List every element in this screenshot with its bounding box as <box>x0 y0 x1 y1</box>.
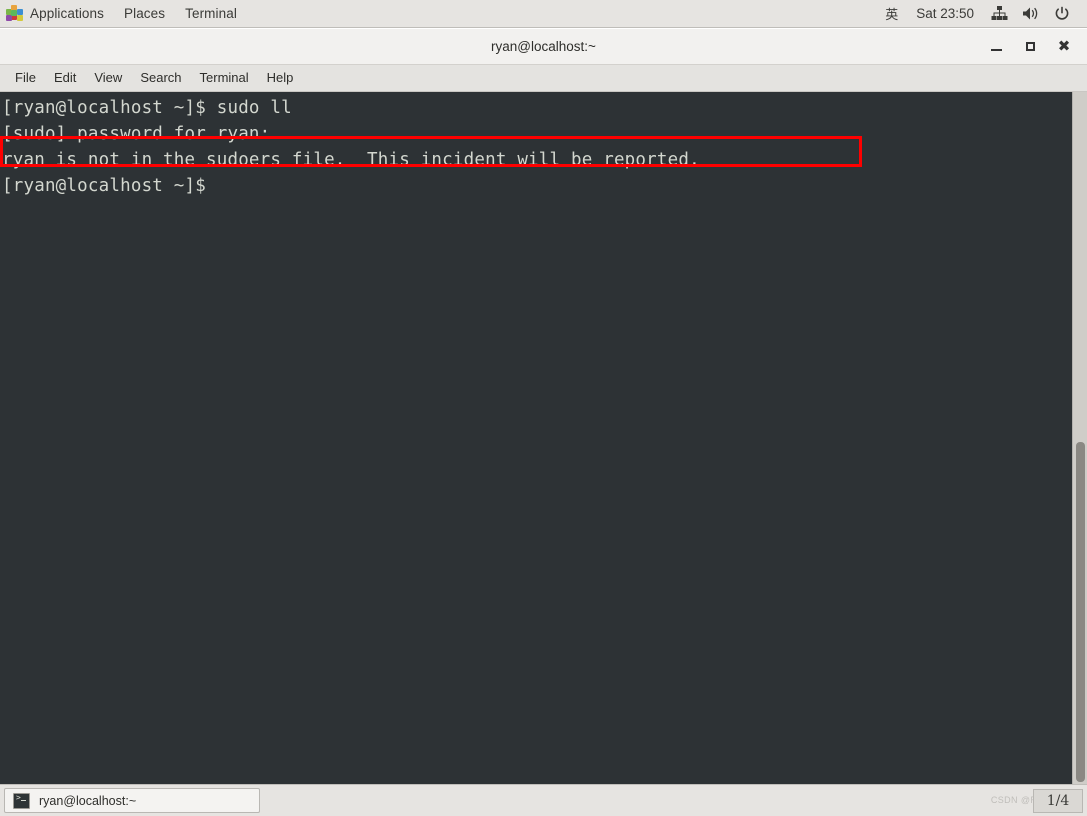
window-title: ryan@localhost:~ <box>491 39 596 54</box>
taskbar: ryan@localhost:~ CSDN @Rrya 1/4 <box>0 784 1087 816</box>
applications-menu[interactable]: Applications <box>0 0 114 27</box>
system-bar-right: 英 Sat 23:50 <box>877 0 1087 27</box>
places-menu-label: Places <box>124 6 166 21</box>
terminal-line: ryan is not in the sudoers file. This in… <box>2 150 700 170</box>
maximize-icon <box>1025 42 1035 51</box>
system-bar-left: Applications Places Terminal <box>0 0 247 27</box>
system-bar: Applications Places Terminal 英 Sat 23:50 <box>0 0 1087 28</box>
menu-item-terminal[interactable]: Terminal <box>191 65 258 91</box>
workspace-indicator: 1/4 <box>1046 792 1070 809</box>
terminal-line: [ryan@localhost ~]$ sudo ll <box>2 98 292 118</box>
menu-item-help[interactable]: Help <box>258 65 303 91</box>
menu-bar: File Edit View Search Terminal Help <box>0 65 1087 92</box>
power-icon <box>1055 6 1069 20</box>
volume-icon <box>1023 7 1038 20</box>
minimize-icon <box>990 49 1002 51</box>
window-controls: ✖ <box>979 29 1081 64</box>
menu-item-file[interactable]: File <box>6 65 45 91</box>
terminal-window: ryan@localhost:~ ✖ File Edit View Search… <box>0 29 1087 784</box>
close-button[interactable]: ✖ <box>1047 30 1081 64</box>
window-titlebar[interactable]: ryan@localhost:~ ✖ <box>0 29 1087 65</box>
power-tray-icon[interactable] <box>1047 6 1077 22</box>
scrollbar-thumb[interactable] <box>1076 442 1085 782</box>
workspace-switcher[interactable]: 1/4 <box>1033 788 1083 813</box>
terminal-line: [sudo] password for ryan: <box>2 124 271 144</box>
terminal-menu[interactable]: Terminal <box>175 0 247 27</box>
terminal-area[interactable]: [ryan@localhost ~]$ sudo ll [sudo] passw… <box>0 92 1087 784</box>
terminal-icon <box>13 792 30 809</box>
taskbar-window-label: ryan@localhost:~ <box>39 793 137 808</box>
terminal-scrollbar[interactable] <box>1072 92 1087 784</box>
minimize-button[interactable] <box>979 30 1013 64</box>
clock[interactable]: Sat 23:50 <box>906 6 984 21</box>
menu-item-search[interactable]: Search <box>131 65 190 91</box>
network-icon <box>991 6 1008 20</box>
applications-pinwheel-icon <box>6 5 23 22</box>
menu-item-view[interactable]: View <box>85 65 131 91</box>
network-tray-icon[interactable] <box>984 6 1015 21</box>
places-menu[interactable]: Places <box>114 0 175 27</box>
terminal-menu-label: Terminal <box>185 6 237 21</box>
applications-menu-label: Applications <box>30 6 104 21</box>
language-indicator[interactable]: 英 <box>877 4 906 23</box>
close-icon: ✖ <box>1057 37 1071 55</box>
terminal-line: [ryan@localhost ~]$ <box>2 176 206 196</box>
maximize-button[interactable] <box>1013 30 1047 64</box>
terminal-output[interactable]: [ryan@localhost ~]$ sudo ll [sudo] passw… <box>0 92 1072 784</box>
volume-tray-icon[interactable] <box>1015 6 1047 21</box>
menu-item-edit[interactable]: Edit <box>45 65 85 91</box>
taskbar-window-button[interactable]: ryan@localhost:~ <box>4 788 260 813</box>
